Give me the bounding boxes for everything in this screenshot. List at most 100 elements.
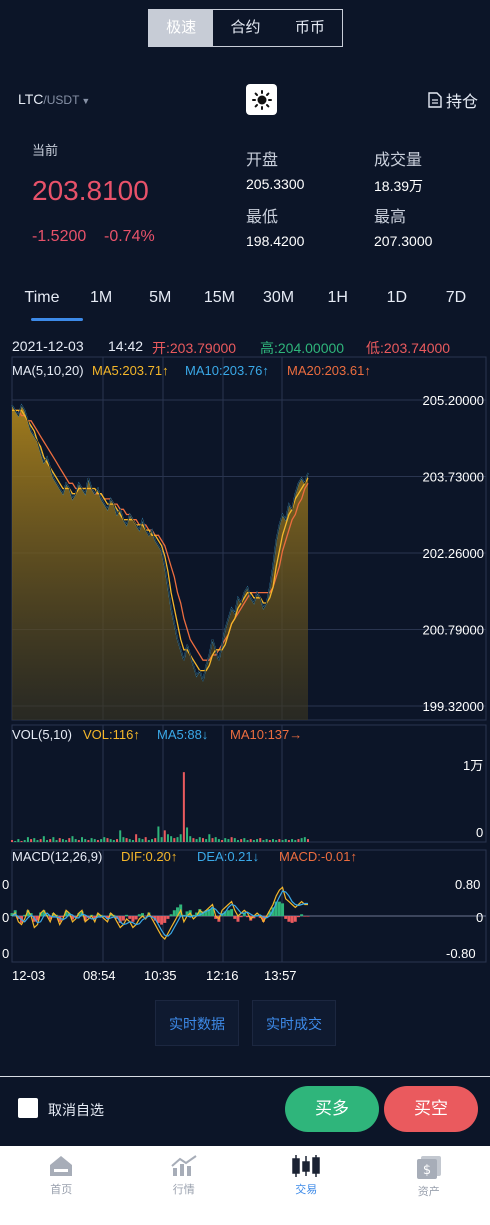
volume-bar [160, 837, 163, 842]
volume-bar [90, 838, 93, 842]
volume-bar [71, 836, 74, 842]
volume-bar [221, 840, 224, 842]
volume-bar [294, 840, 297, 842]
volume-bar [103, 837, 106, 842]
macd-title: MACD(12,26,9) [12, 849, 103, 864]
macd-axis-mid: 0 [476, 910, 484, 925]
volume-bar [138, 838, 141, 842]
candlestick-icon [292, 1155, 320, 1177]
volume-bar [33, 838, 36, 842]
vol-axis-bottom: 0 [476, 825, 484, 840]
macd-hist-bar [293, 916, 297, 922]
macd-hist-bar [121, 916, 125, 921]
volume-bar [65, 840, 68, 842]
volume-bar [93, 839, 96, 842]
volume-bar [87, 840, 90, 842]
realtime-data-button[interactable]: 实时数据 [155, 1000, 239, 1046]
volume-bar [30, 839, 33, 842]
market-chart-icon [171, 1155, 197, 1176]
volume-bar [189, 836, 192, 842]
macd-axis-bottom: -0.80 [446, 946, 476, 961]
volume-bar [259, 838, 262, 842]
macd-hist-bar [226, 910, 230, 916]
macd-hist-bar [131, 916, 135, 922]
vol-value: VOL:116↑ [83, 727, 140, 742]
volume-bar [268, 840, 271, 842]
panel-border [11, 724, 487, 843]
volume-bar [81, 837, 84, 842]
volume-bar [271, 839, 274, 842]
y-tick-label: 202.26000 [423, 546, 484, 561]
volume-bar [116, 839, 119, 842]
volume-bar [287, 840, 290, 842]
x-tick-label: 10:35 [144, 968, 177, 983]
volume-bar [252, 840, 255, 842]
volume-bar [131, 840, 134, 842]
macd-hist-bar [169, 914, 173, 916]
nav-item-assets[interactable]: $ 资产 [368, 1146, 490, 1225]
volume-bar [224, 838, 227, 842]
vol-ma10: MA10:137→ [230, 727, 303, 742]
x-tick-label: 13:57 [264, 968, 297, 983]
macd-hist-bar [236, 916, 240, 922]
macd-hist-bar [137, 914, 141, 916]
volume-bar [141, 839, 144, 842]
volume-bar [125, 838, 128, 842]
volume-bar [297, 839, 300, 842]
volume-bar [166, 834, 169, 842]
volume-bar [163, 830, 166, 842]
buy-short-button[interactable]: 买空 [384, 1086, 478, 1132]
bottom-nav: 首页 行情 交易 $ 资产 [0, 1146, 490, 1225]
macd-axis-top: 0.80 [455, 877, 481, 892]
volume-bar [135, 834, 138, 842]
volume-bar [240, 839, 243, 842]
macd-axis-left-mid: 0 [2, 910, 10, 925]
volume-bar [230, 837, 233, 842]
volume-bar [303, 837, 306, 842]
vol-title: VOL(5,10) [12, 727, 72, 742]
unfavorite-checkbox[interactable] [18, 1098, 38, 1118]
macd-hist-bar [239, 916, 243, 918]
volume-bar [49, 839, 52, 842]
macd-hist-bar [303, 916, 307, 917]
y-tick-label: 205.20000 [423, 393, 484, 408]
volume-bar [100, 839, 103, 842]
volume-bar [23, 840, 26, 842]
macd-hist-bar [160, 916, 164, 925]
volume-bar [144, 837, 147, 842]
volume-bar [195, 839, 198, 842]
nav-label-home: 首页 [50, 1184, 73, 1196]
volume-bar [52, 837, 55, 842]
volume-bar [186, 827, 189, 842]
macd-hist-bar [281, 903, 285, 916]
macd-axis-left-bottom: 0 [2, 946, 10, 961]
volume-bar [58, 838, 61, 842]
volume-bar [192, 838, 195, 842]
volume-bar [112, 840, 115, 842]
volume-bar [11, 840, 13, 842]
volume-bar [106, 838, 109, 842]
nav-item-trade[interactable]: 交易 [245, 1146, 368, 1225]
macd-hist-bar [300, 914, 304, 916]
volume-bar [291, 839, 294, 842]
svg-text:$: $ [423, 1163, 431, 1178]
volume-bar [300, 838, 303, 842]
vol-axis-top: 1万 [463, 758, 484, 773]
volume-bar [265, 839, 268, 842]
volume-bar [122, 837, 125, 842]
volume-bar [151, 839, 154, 842]
vol-ma5: MA5:88↓ [157, 727, 209, 742]
volume-bar [246, 840, 249, 842]
volume-bar [211, 838, 214, 842]
macd-hist-bar [172, 910, 176, 916]
nav-item-market[interactable]: 行情 [123, 1146, 246, 1225]
realtime-trades-button[interactable]: 实时成交 [252, 1000, 336, 1046]
buy-long-button[interactable]: 买多 [285, 1086, 379, 1132]
x-tick-label: 08:54 [83, 968, 116, 983]
volume-bar [214, 837, 217, 842]
nav-item-home[interactable]: 首页 [0, 1146, 123, 1225]
macd-hist-bar [125, 914, 129, 916]
volume-bar [278, 839, 281, 842]
volume-bar [179, 834, 182, 842]
volume-bar [205, 839, 208, 842]
